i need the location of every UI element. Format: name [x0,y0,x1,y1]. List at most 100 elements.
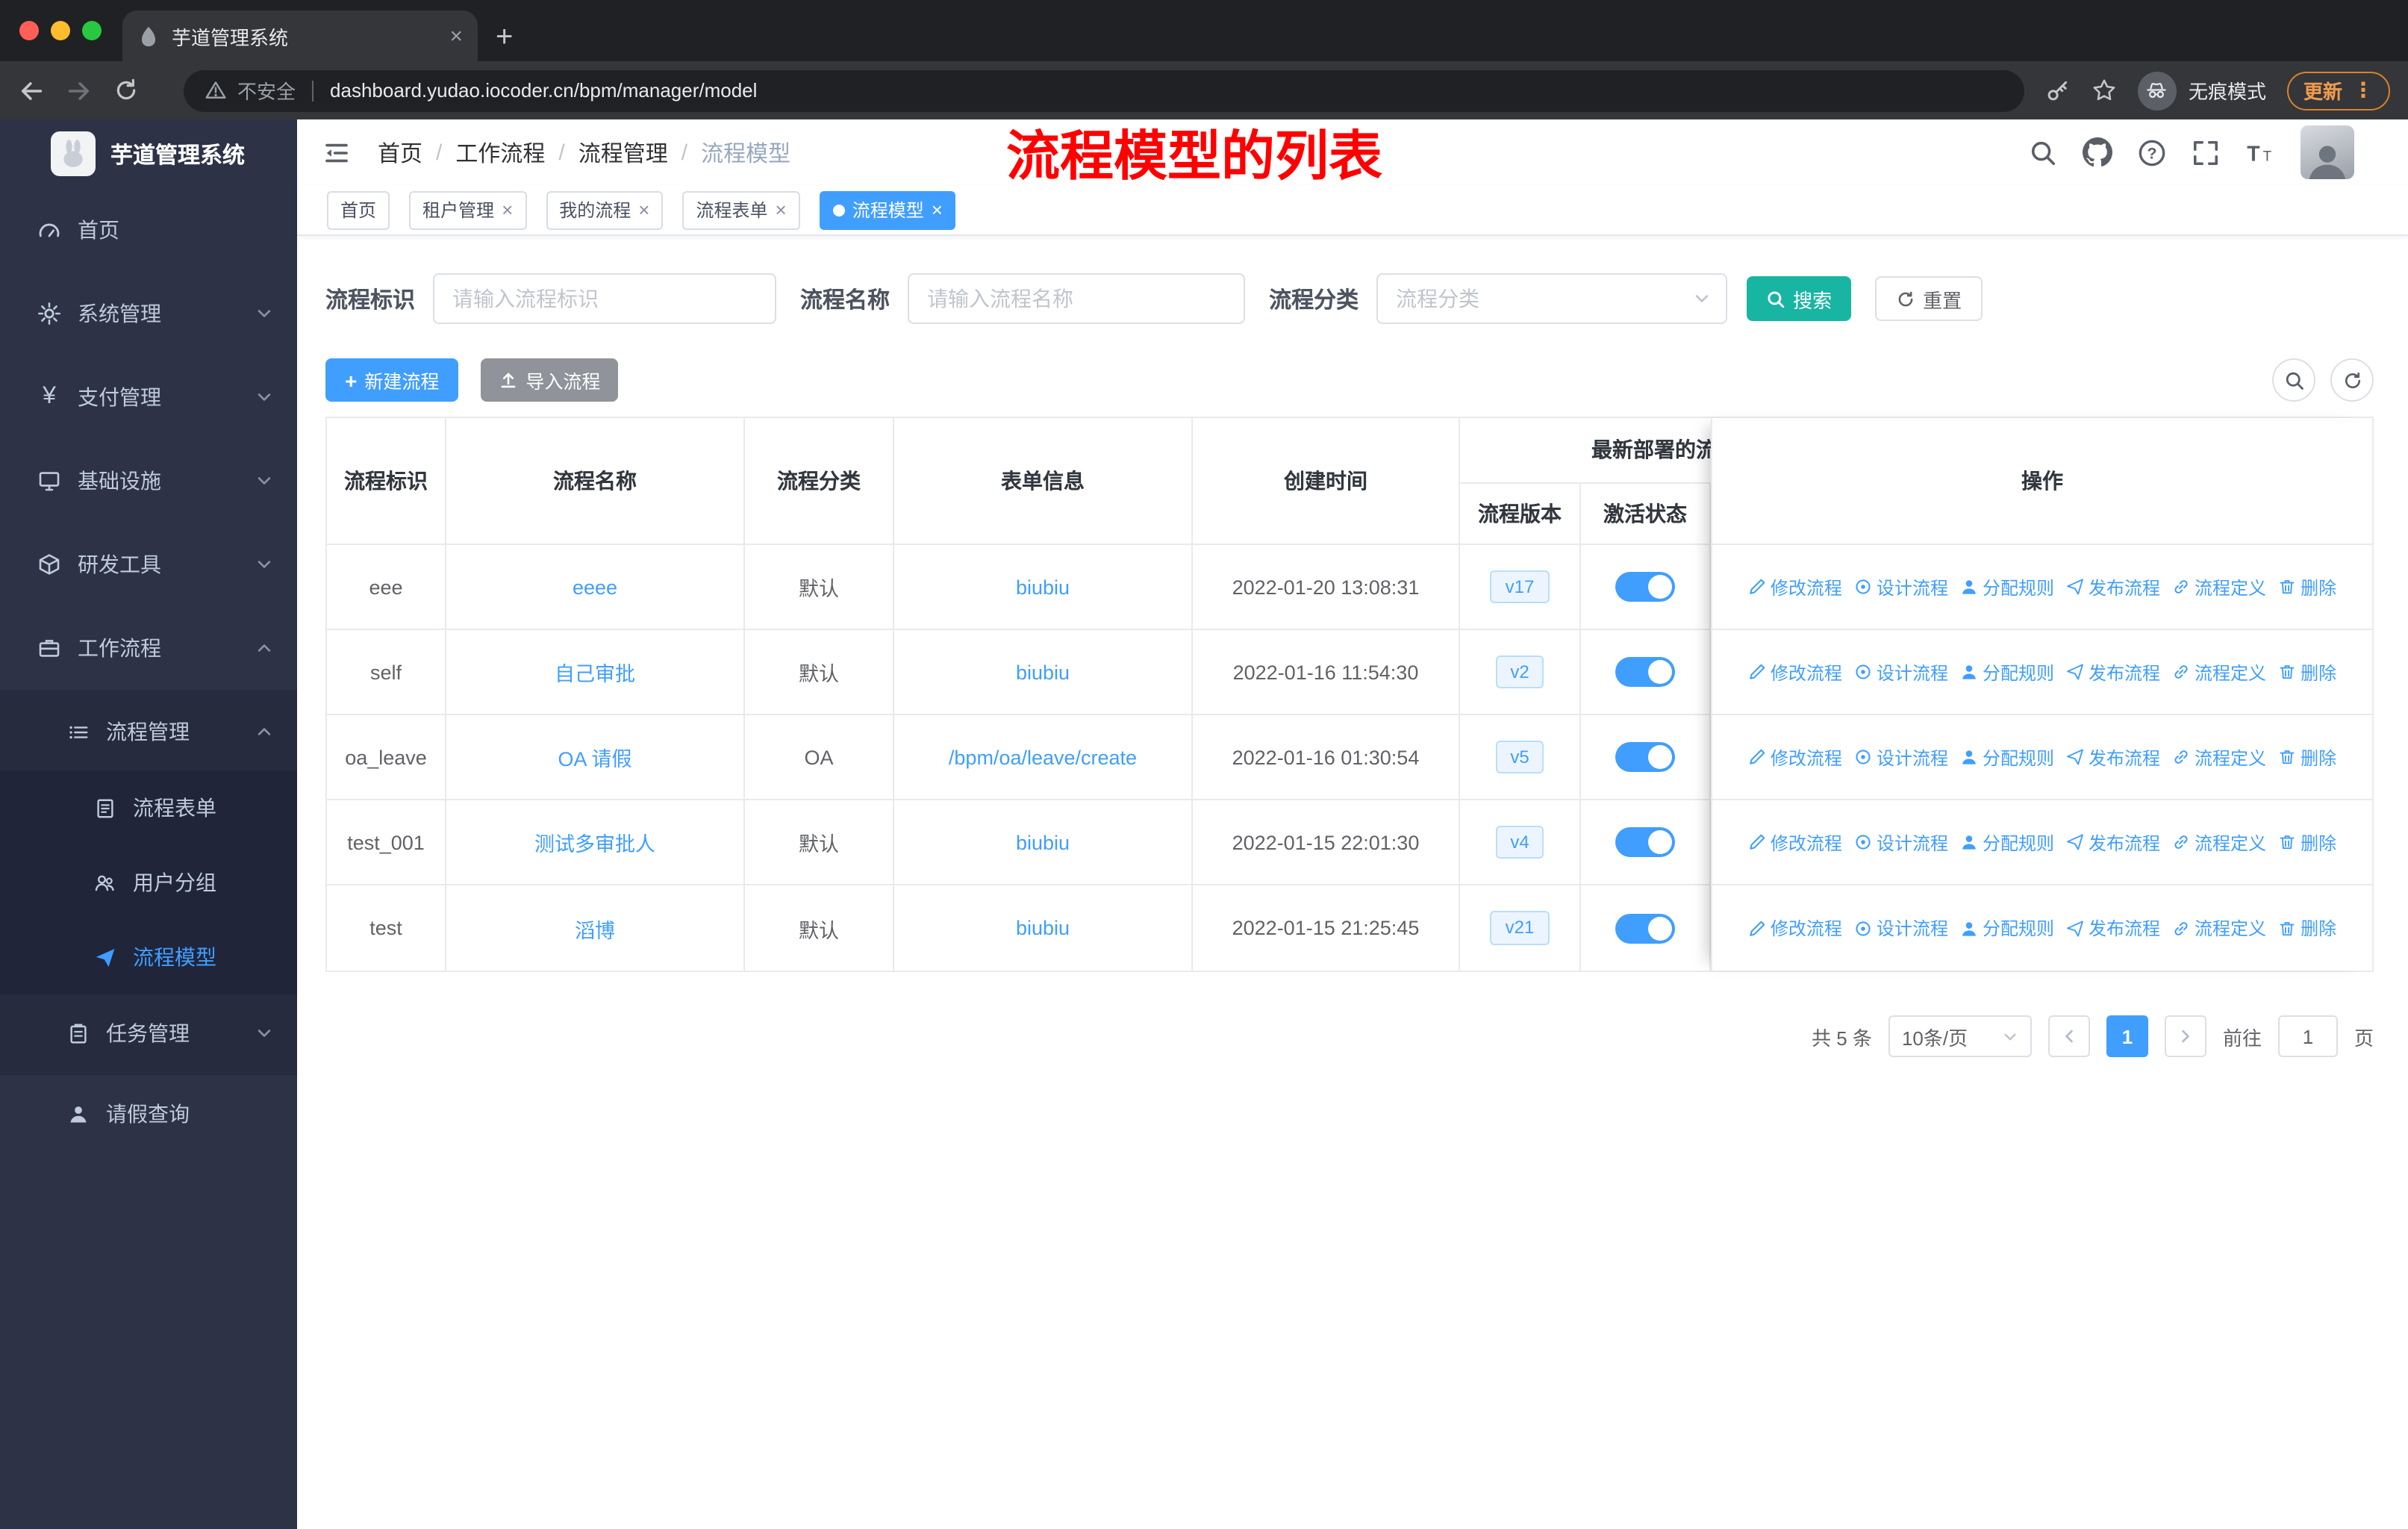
design-process-link[interactable]: 设计流程 [1854,659,1948,685]
process-definition-link[interactable]: 流程定义 [2172,659,2266,685]
publish-process-link[interactable]: 发布流程 [2066,829,2160,855]
publish-process-link[interactable]: 发布流程 [2066,915,2160,941]
active-toggle[interactable] [1615,913,1675,943]
bookmark-star-icon[interactable] [2092,78,2117,103]
tab-close-icon[interactable]: × [449,23,463,49]
refresh-table-button[interactable] [2330,358,2374,402]
version-badge[interactable]: v5 [1495,740,1544,774]
active-toggle[interactable] [1615,742,1675,772]
version-badge[interactable]: v4 [1495,825,1544,859]
version-badge[interactable]: v21 [1490,911,1550,945]
modify-process-link[interactable]: 修改流程 [1748,574,1842,600]
sidebar-item-user-group[interactable]: 用户分组 [0,845,297,920]
breadcrumb-home[interactable]: 首页 [378,137,422,168]
sidebar-item-system[interactable]: 系统管理 [0,272,297,355]
process-name-link[interactable]: 自己审批 [446,630,745,715]
process-name-link[interactable]: OA 请假 [446,715,745,800]
assign-rules-link[interactable]: 分配规则 [1960,829,2054,855]
design-process-link[interactable]: 设计流程 [1854,574,1948,600]
modify-process-link[interactable]: 修改流程 [1748,829,1842,855]
sidebar-item-task-management[interactable]: 任务管理 [0,994,297,1072]
sidebar-fold-icon[interactable] [322,138,351,166]
modify-process-link[interactable]: 修改流程 [1748,744,1842,770]
process-name-link[interactable]: 滔博 [446,885,745,971]
form-info-link[interactable]: biubiu [894,630,1193,715]
reload-icon[interactable] [113,78,139,103]
back-icon[interactable] [18,77,45,104]
reset-button[interactable]: 重置 [1875,276,1983,321]
sidebar-item-devtools[interactable]: 研发工具 [0,523,297,606]
delete-link[interactable]: 删除 [2278,574,2336,600]
process-definition-link[interactable]: 流程定义 [2172,574,2266,600]
address-bar[interactable]: 不安全 dashboard.yudao.iocoder.cn/bpm/manag… [184,69,2024,111]
assign-rules-link[interactable]: 分配规则 [1960,744,2054,770]
active-toggle[interactable] [1615,657,1675,687]
sidebar-item-process-management[interactable]: 流程管理 [0,693,297,770]
new-tab-button[interactable]: + [496,22,513,52]
tag-close-icon[interactable]: × [776,200,787,219]
tag-my-process[interactable]: 我的流程 × [546,190,664,229]
version-badge[interactable]: v17 [1490,570,1550,604]
search-button[interactable]: 搜索 [1747,276,1852,321]
design-process-link[interactable]: 设计流程 [1854,915,1948,941]
window-zoom-button[interactable] [82,21,102,40]
active-toggle[interactable] [1615,827,1675,857]
tag-process-form[interactable]: 流程表单 × [682,190,800,229]
delete-link[interactable]: 删除 [2278,744,2336,770]
sidebar-item-leave-query[interactable]: 请假查询 [0,1075,297,1153]
delete-link[interactable]: 删除 [2278,659,2336,685]
fullscreen-icon[interactable] [2192,138,2220,166]
assign-rules-link[interactable]: 分配规则 [1960,574,2054,600]
active-toggle[interactable] [1615,572,1675,602]
tag-close-icon[interactable]: × [638,200,649,219]
tag-tenant-management[interactable]: 租户管理 × [409,190,527,229]
assign-rules-link[interactable]: 分配规则 [1960,659,2054,685]
next-page-button[interactable] [2164,1015,2206,1057]
not-secure-warning-icon[interactable] [205,79,227,102]
process-name-link[interactable]: 测试多审批人 [446,800,745,885]
search-icon[interactable] [2029,138,2057,166]
browser-menu-kebab-icon[interactable]: ⋮ [2353,78,2374,103]
github-icon[interactable] [2083,137,2112,167]
tag-close-icon[interactable]: × [932,200,943,219]
process-id-input[interactable] [433,273,777,324]
tag-close-icon[interactable]: × [502,200,513,219]
user-avatar[interactable] [2301,125,2354,179]
sidebar-item-process-form[interactable]: 流程表单 [0,770,297,845]
publish-process-link[interactable]: 发布流程 [2066,659,2160,685]
process-definition-link[interactable]: 流程定义 [2172,744,2266,770]
breadcrumb-workflow[interactable]: 工作流程 [455,137,545,168]
publish-process-link[interactable]: 发布流程 [2066,744,2160,770]
form-info-link[interactable]: biubiu [894,800,1193,885]
publish-process-link[interactable]: 发布流程 [2066,574,2160,600]
create-process-button[interactable]: + 新建流程 [325,358,459,402]
window-close-button[interactable] [19,21,39,40]
goto-page-input[interactable] [2277,1015,2338,1057]
sidebar-item-workflow[interactable]: 工作流程 [0,606,297,690]
breadcrumb-process-management[interactable]: 流程管理 [578,137,668,168]
update-button[interactable]: 更新 ⋮ [2286,71,2390,110]
window-minimize-button[interactable] [51,21,70,40]
process-definition-link[interactable]: 流程定义 [2172,915,2266,941]
form-info-link[interactable]: biubiu [894,885,1193,971]
process-definition-link[interactable]: 流程定义 [2172,829,2266,855]
version-badge[interactable]: v2 [1495,655,1544,689]
help-icon[interactable]: ? [2138,138,2166,166]
modify-process-link[interactable]: 修改流程 [1748,659,1842,685]
process-name-link[interactable]: eeee [446,545,745,630]
sidebar-item-home[interactable]: 首页 [0,188,297,272]
tag-home[interactable]: 首页 [327,190,390,229]
incognito-badge[interactable]: 无痕模式 [2137,71,2266,110]
form-info-link[interactable]: /bpm/oa/leave/create [894,715,1193,800]
sidebar-item-payment[interactable]: ¥ 支付管理 [0,355,297,439]
toggle-search-button[interactable] [2272,358,2315,402]
font-size-icon[interactable]: T T [2245,138,2275,166]
page-size-select[interactable]: 10条/页 [1888,1015,2032,1057]
forward-icon[interactable] [66,77,93,104]
browser-tab[interactable]: 芋道管理系统 × [122,10,478,61]
delete-link[interactable]: 删除 [2278,829,2336,855]
sidebar-item-infrastructure[interactable]: 基础设施 [0,439,297,523]
password-key-icon[interactable] [2045,78,2071,103]
design-process-link[interactable]: 设计流程 [1854,829,1948,855]
process-category-select[interactable]: 流程分类 [1376,273,1728,324]
